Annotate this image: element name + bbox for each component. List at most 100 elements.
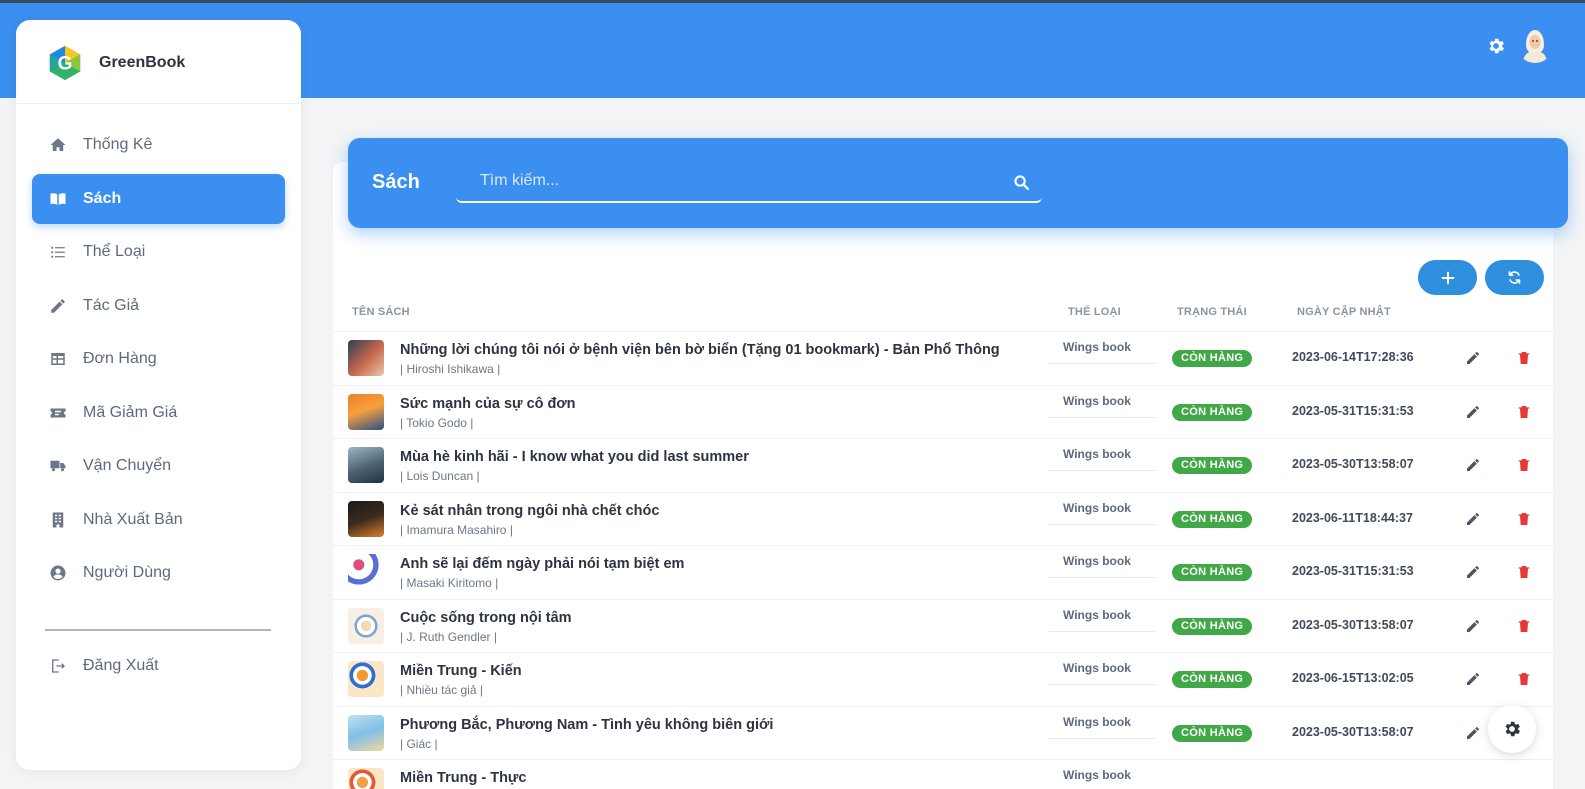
table-row[interactable]: Những lời chúng tôi nói ở bệnh viện bên … (333, 332, 1553, 386)
sidebar-item-thong-ke[interactable]: Thống Kê (32, 120, 285, 170)
book-title[interactable]: Miền Trung - Thực (400, 770, 527, 786)
search-icon[interactable] (1013, 174, 1030, 191)
book-title[interactable]: Mùa hè kinh hãi - I know what you did la… (400, 449, 749, 465)
table-row[interactable]: Mùa hè kinh hãi - I know what you did la… (333, 439, 1553, 493)
sidebar-item-ma-giam-gia[interactable]: Mã Giảm Giá (32, 388, 285, 438)
edit-icon[interactable] (1465, 404, 1481, 420)
book-title[interactable]: Những lời chúng tôi nói ở bệnh viện bên … (400, 342, 1000, 358)
sidebar-divider (45, 629, 271, 631)
book-open-icon (48, 189, 68, 209)
delete-icon[interactable] (1516, 457, 1532, 473)
sidebar-item-nguoi-dung[interactable]: Người Dùng (32, 548, 285, 598)
delete-icon[interactable] (1516, 404, 1532, 420)
page-title: Sách (372, 171, 420, 193)
table-row[interactable]: Miền Trung - Kiến | Nhiều tác giả | Wing… (333, 653, 1553, 707)
refresh-button[interactable] (1485, 260, 1544, 295)
book-author: | Nhiều tác giả | (400, 683, 483, 697)
column-header-name[interactable]: TÊN SÁCH (352, 306, 410, 318)
sidebar-item-van-chuyen[interactable]: Vận Chuyển (32, 441, 285, 491)
delete-icon[interactable] (1516, 511, 1532, 527)
book-cover-thumbnail (348, 661, 384, 697)
ticket-icon (48, 403, 68, 423)
sidebar-item-label: Đơn Hàng (83, 350, 157, 367)
book-author: | Lois Duncan | (400, 469, 480, 483)
edit-icon[interactable] (1465, 350, 1481, 366)
sidebar-item-label: Nhà Xuất Bản (83, 510, 183, 528)
sidebar-item-don-hang[interactable]: Đơn Hàng (32, 334, 285, 384)
book-cover-thumbnail (348, 447, 384, 483)
column-header-category[interactable]: THỂ LOẠI (1068, 306, 1121, 318)
logout-button[interactable]: Đăng Xuất (32, 641, 285, 691)
logout-label: Đăng Xuất (83, 657, 159, 674)
book-title[interactable]: Phương Bắc, Phương Nam - Tình yêu không … (400, 717, 773, 733)
column-header-status[interactable]: TRẠNG THÁI (1177, 306, 1247, 318)
category-label: Wings book (1063, 715, 1131, 729)
sidebar-item-the-loai[interactable]: Thể Loại (32, 227, 285, 277)
updated-date: 2023-05-31T15:31:53 (1292, 564, 1414, 578)
delete-icon[interactable] (1516, 350, 1532, 366)
book-title[interactable]: Miền Trung - Kiến (400, 663, 522, 679)
book-cover-thumbnail (348, 501, 384, 537)
table-row[interactable]: Miền Trung - Thực Wings book (333, 760, 1553, 789)
book-author: | Tokio Godo | (400, 416, 474, 430)
book-title[interactable]: Cuộc sống trong nội tâm (400, 610, 572, 626)
settings-gear-icon[interactable] (1486, 36, 1506, 56)
category-label: Wings book (1063, 447, 1131, 461)
book-cover-thumbnail (348, 340, 384, 376)
search-input[interactable] (456, 162, 996, 200)
sidebar-item-label: Tác Giả (83, 296, 140, 314)
plus-icon (1441, 271, 1454, 284)
brand[interactable]: G GreenBook (46, 43, 185, 83)
edit-icon[interactable] (1465, 725, 1481, 741)
sidebar: G GreenBook Thống Kê Sách Thể Loại Tác G… (16, 20, 301, 770)
book-title[interactable]: Anh sẽ lại đếm ngày phải nói tạm biệt em (400, 556, 684, 572)
floating-settings-button[interactable] (1488, 705, 1536, 753)
status-badge: CÒN HÀNG (1172, 671, 1253, 688)
delete-icon[interactable] (1516, 671, 1532, 687)
book-author: | Hiroshi Ishikawa | (400, 362, 501, 376)
sidebar-item-label: Thể Loại (83, 243, 146, 260)
category-cell: Wings book (1049, 707, 1156, 739)
add-book-button[interactable] (1418, 260, 1477, 295)
updated-date: 2023-05-30T13:58:07 (1292, 457, 1414, 471)
sidebar-item-sach[interactable]: Sách (32, 173, 285, 224)
delete-icon[interactable] (1516, 618, 1532, 634)
edit-icon[interactable] (1465, 511, 1481, 527)
sidebar-item-label: Thống Kê (83, 136, 153, 153)
user-circle-icon (48, 563, 68, 583)
sidebar-item-nha-xuat-ban[interactable]: Nhà Xuất Bản (32, 495, 285, 545)
table-row[interactable]: Phương Bắc, Phương Nam - Tình yêu không … (333, 707, 1553, 761)
sidebar-item-label: Sách (83, 189, 122, 207)
svg-text:G: G (58, 54, 73, 75)
category-label: Wings book (1063, 394, 1131, 408)
delete-icon[interactable] (1516, 564, 1532, 580)
updated-date: 2023-06-11T18:44:37 (1292, 511, 1413, 525)
settings-gear-icon (1505, 721, 1520, 737)
edit-icon[interactable] (1465, 671, 1481, 687)
category-label: Wings book (1063, 608, 1131, 622)
column-header-updated[interactable]: NGÀY CẬP NHẬT (1297, 306, 1391, 318)
book-cover-thumbnail (348, 715, 384, 751)
book-title[interactable]: Sức mạnh của sự cô đơn (400, 396, 576, 412)
sidebar-item-label: Người Dùng (83, 564, 171, 581)
book-title[interactable]: Kẻ sát nhân trong ngôi nhà chết chóc (400, 503, 659, 519)
category-cell: Wings book (1049, 600, 1156, 632)
status-badge: CÒN HÀNG (1172, 618, 1253, 635)
refresh-icon (1508, 271, 1521, 284)
edit-icon[interactable] (1465, 564, 1481, 580)
table-row[interactable]: Kẻ sát nhân trong ngôi nhà chết chóc | I… (333, 493, 1553, 547)
edit-icon[interactable] (1465, 457, 1481, 473)
category-label: Wings book (1063, 340, 1131, 354)
book-cover-thumbnail (348, 608, 384, 644)
table-row[interactable]: Sức mạnh của sự cô đơn | Tokio Godo | Wi… (333, 386, 1553, 440)
table-row[interactable]: Anh sẽ lại đếm ngày phải nói tạm biệt em… (333, 546, 1553, 600)
sidebar-item-tac-gia[interactable]: Tác Giả (32, 281, 285, 331)
updated-date: 2023-05-31T15:31:53 (1292, 404, 1414, 418)
edit-icon[interactable] (1465, 618, 1481, 634)
logout-section: Đăng Xuất (32, 641, 285, 695)
category-cell: Wings book (1049, 653, 1156, 685)
status-badge: CÒN HÀNG (1172, 457, 1253, 474)
book-author: | Imamura Masahiro | (400, 523, 513, 537)
table-row[interactable]: Cuộc sống trong nội tâm | J. Ruth Gendle… (333, 600, 1553, 654)
user-avatar[interactable] (1517, 27, 1553, 63)
